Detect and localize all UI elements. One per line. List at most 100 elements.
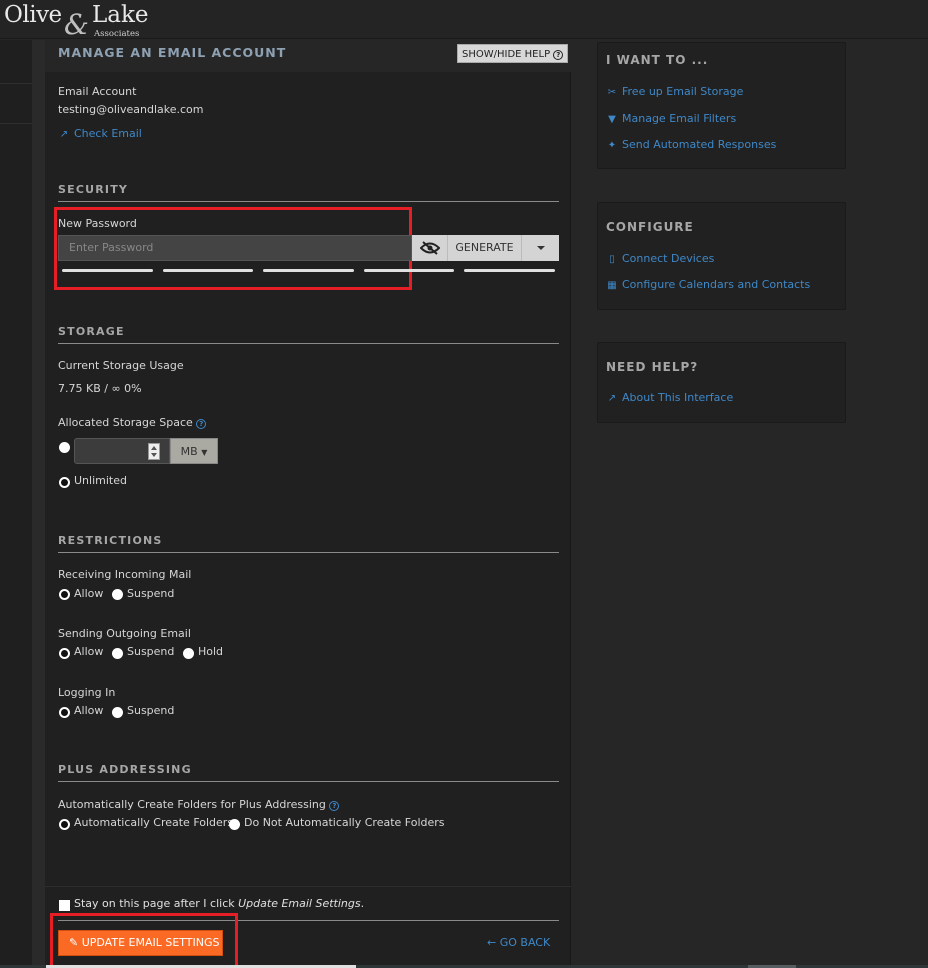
about-interface-link[interactable]: ↗ About This Interface bbox=[606, 391, 733, 404]
configure-panel: CONFIGURE ▯ Connect Devices ▦ Configure Ca… bbox=[597, 202, 846, 310]
rail-divider bbox=[0, 83, 32, 84]
logging-in-label: Logging In bbox=[58, 686, 116, 699]
stay-emphasis: Update Email Settings bbox=[238, 897, 361, 910]
connect-devices-link[interactable]: ▯ Connect Devices bbox=[606, 252, 714, 265]
restrictions-heading: RESTRICTIONS bbox=[58, 534, 559, 553]
stay-on-page-checkbox[interactable] bbox=[59, 900, 70, 911]
storage-unit-label: MB bbox=[180, 445, 198, 458]
no-auto-create-folders-radio[interactable] bbox=[229, 819, 240, 830]
address-book-icon: ▦ bbox=[607, 280, 617, 291]
go-back-label: GO BACK bbox=[499, 936, 551, 949]
current-storage-usage-label: Current Storage Usage bbox=[58, 359, 184, 372]
left-gutter bbox=[32, 40, 45, 968]
logo-ampersand: & bbox=[64, 8, 89, 41]
external-link-icon: ↗ bbox=[607, 393, 617, 404]
incoming-suspend-label: Suspend bbox=[127, 587, 175, 600]
update-email-settings-button[interactable]: ✎ UPDATE EMAIL SETTINGS bbox=[58, 930, 223, 956]
configure-heading: CONFIGURE bbox=[606, 220, 694, 234]
storage-unlimited-label: Unlimited bbox=[74, 474, 127, 487]
storage-unlimited-radio[interactable] bbox=[59, 477, 70, 488]
plus-addressing-heading: PLUS ADDRESSING bbox=[58, 763, 559, 782]
mobile-icon: ▯ bbox=[609, 254, 615, 265]
generate-password-button[interactable]: GENERATE bbox=[448, 235, 522, 261]
configure-calendars-label: Configure Calendars and Contacts bbox=[622, 278, 811, 291]
connect-devices-label: Connect Devices bbox=[622, 252, 715, 265]
about-interface-label: About This Interface bbox=[622, 391, 734, 404]
stay-on-page-label: Stay on this page after I click Update E… bbox=[74, 897, 364, 910]
password-strength-segment bbox=[464, 269, 555, 272]
incoming-suspend-radio[interactable] bbox=[112, 589, 123, 600]
manage-email-filters-link[interactable]: ▼ Manage Email Filters bbox=[606, 112, 736, 125]
plus-addressing-text: Automatically Create Folders for Plus Ad… bbox=[58, 798, 326, 811]
outgoing-hold-label: Hold bbox=[198, 645, 224, 658]
configure-calendars-link[interactable]: ▦ Configure Calendars and Contacts bbox=[606, 278, 810, 291]
password-strength-segment bbox=[263, 269, 354, 272]
password-strength-segment bbox=[163, 269, 253, 272]
outgoing-suspend-radio[interactable] bbox=[112, 648, 123, 659]
send-automated-responses-label: Send Automated Responses bbox=[622, 138, 777, 151]
i-want-to-heading: I WANT TO ... bbox=[606, 53, 709, 67]
need-help-panel: NEED HELP? ↗ About This Interface bbox=[597, 342, 846, 423]
receiving-incoming-mail-label: Receiving Incoming Mail bbox=[58, 568, 192, 581]
auto-create-folders-radio[interactable] bbox=[59, 819, 70, 830]
login-allow-label: Allow bbox=[74, 704, 104, 717]
show-hide-help-button[interactable]: SHOW/HIDE HELP ? bbox=[457, 44, 569, 63]
magic-wand-icon: ✦ bbox=[607, 140, 617, 151]
login-suspend-radio[interactable] bbox=[112, 707, 123, 718]
external-link-icon: ↗ bbox=[59, 129, 69, 140]
storage-quota-input[interactable] bbox=[74, 438, 170, 464]
go-back-link[interactable]: ← GO BACK bbox=[487, 936, 550, 949]
question-circle-icon[interactable]: ? bbox=[196, 419, 207, 429]
stay-prefix: Stay on this page after I click bbox=[74, 897, 239, 910]
caret-down-icon: ▼ bbox=[201, 448, 208, 457]
email-account-value: testing@oliveandlake.com bbox=[58, 103, 204, 116]
storage-quota-radio[interactable] bbox=[59, 442, 70, 453]
update-email-settings-label: UPDATE EMAIL SETTINGS bbox=[81, 936, 220, 949]
new-password-input[interactable]: Enter Password bbox=[58, 235, 412, 261]
plus-addressing-label: Automatically Create Folders for Plus Ad… bbox=[58, 798, 340, 811]
new-password-label: New Password bbox=[58, 217, 137, 230]
top-bar: Olive & Lake Associates bbox=[0, 0, 928, 41]
login-suspend-label: Suspend bbox=[127, 704, 175, 717]
free-up-storage-label: Free up Email Storage bbox=[622, 85, 744, 98]
question-circle-icon: ? bbox=[553, 50, 564, 60]
outgoing-hold-radio[interactable] bbox=[183, 648, 194, 659]
toggle-password-visibility-button[interactable] bbox=[412, 235, 448, 261]
security-heading: SECURITY bbox=[58, 183, 559, 202]
password-strength-segment bbox=[364, 269, 454, 272]
free-up-storage-link[interactable]: ✂ Free up Email Storage bbox=[606, 85, 744, 98]
question-circle-icon[interactable]: ? bbox=[329, 801, 340, 811]
rail-divider bbox=[0, 123, 32, 124]
allocated-storage-text: Allocated Storage Space bbox=[58, 416, 193, 429]
check-email-link[interactable]: ↗ Check Email bbox=[58, 127, 142, 140]
allocated-storage-label: Allocated Storage Space ? bbox=[58, 416, 207, 429]
left-sidebar-rail bbox=[0, 40, 32, 968]
show-hide-help-label: SHOW/HIDE HELP bbox=[462, 49, 551, 60]
logo-word-lake: Lake bbox=[92, 2, 149, 28]
footer-divider bbox=[45, 886, 571, 887]
i-want-to-panel: I WANT TO ... ✂ Free up Email Storage ▼ Ma… bbox=[597, 42, 846, 169]
panel-header: MANAGE AN EMAIL ACCOUNT SHOW/HIDE HELP ? bbox=[45, 40, 571, 72]
check-email-label: Check Email bbox=[74, 127, 142, 140]
no-auto-create-folders-label: Do Not Automatically Create Folders bbox=[244, 816, 445, 829]
email-account-label: Email Account bbox=[58, 85, 137, 98]
logo-word-olive: Olive bbox=[4, 2, 62, 28]
current-storage-usage-value: 7.75 KB / ∞ 0% bbox=[58, 382, 142, 395]
pencil-icon: ✎ bbox=[69, 936, 79, 949]
incoming-allow-radio[interactable] bbox=[59, 589, 70, 600]
generate-options-dropdown[interactable] bbox=[522, 235, 559, 261]
column-gutter bbox=[572, 40, 596, 968]
outgoing-allow-radio[interactable] bbox=[59, 648, 70, 659]
outgoing-suspend-label: Suspend bbox=[127, 645, 175, 658]
page-title: MANAGE AN EMAIL ACCOUNT bbox=[58, 45, 287, 60]
eye-slash-icon bbox=[420, 241, 440, 255]
password-strength-segment bbox=[62, 269, 153, 272]
sending-outgoing-email-label: Sending Outgoing Email bbox=[58, 627, 191, 640]
send-automated-responses-link[interactable]: ✦ Send Automated Responses bbox=[606, 138, 777, 151]
quota-spinner[interactable] bbox=[148, 443, 160, 460]
login-allow-radio[interactable] bbox=[59, 707, 70, 718]
logo-subtitle: Associates bbox=[94, 29, 140, 39]
storage-unit-dropdown[interactable]: MB ▼ bbox=[170, 438, 218, 464]
arrow-left-icon: ← bbox=[487, 936, 497, 949]
eraser-icon: ✂ bbox=[607, 87, 617, 98]
